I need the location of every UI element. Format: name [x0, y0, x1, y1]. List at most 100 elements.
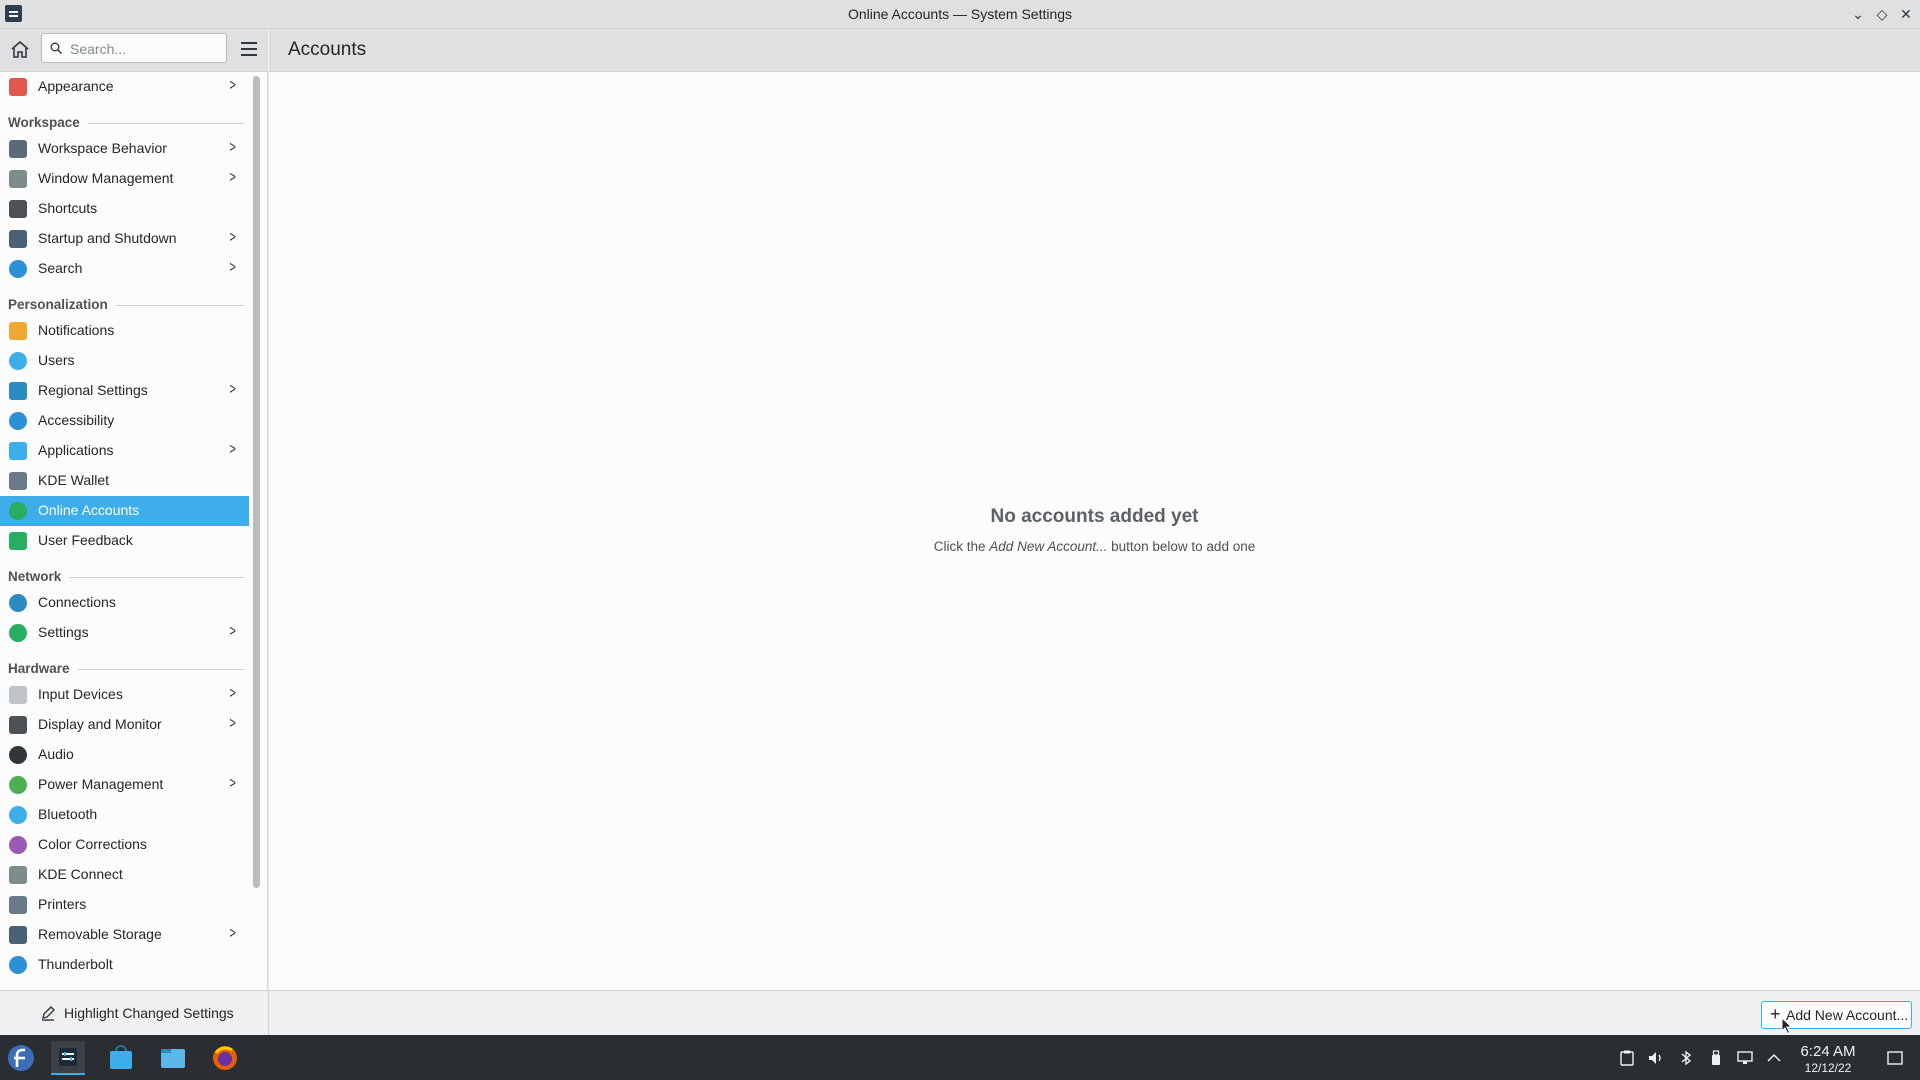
sidebar-item-display-and-monitor[interactable]: Display and Monitor > [0, 710, 249, 740]
network-settings-icon [9, 624, 27, 642]
sidebar-item-label: Color Corrections [38, 836, 147, 852]
sidebar-item-shortcuts[interactable]: Shortcuts [0, 194, 249, 224]
window-titlebar[interactable]: Online Accounts — System Settings ⌄ ◇ ✕ [0, 0, 1920, 29]
page-header: Accounts [269, 29, 1920, 72]
chevron-right-icon: > [229, 229, 236, 246]
chevron-right-icon: > [229, 139, 236, 156]
taskbar: 6:24 AM 12/12/22 [0, 1035, 1920, 1080]
sidebar-item-power-management[interactable]: Power Management > [0, 770, 249, 800]
sidebar-scrollbar[interactable] [253, 76, 260, 888]
sidebar-item-label: Users [38, 352, 75, 368]
sidebar-item-regional-settings[interactable]: Regional Settings > [0, 376, 249, 406]
sidebar-item-label: Power Management [38, 776, 164, 792]
audio-icon [9, 746, 27, 764]
workspace-behavior-icon [9, 140, 27, 158]
show-desktop-icon[interactable] [1886, 1049, 1904, 1067]
sidebar-item-label: Startup and Shutdown [38, 230, 177, 246]
firefox-icon[interactable] [208, 1041, 242, 1075]
chevron-right-icon: > [229, 381, 236, 398]
sidebar-item-kde-connect[interactable]: KDE Connect [0, 860, 249, 890]
clock-time[interactable]: 6:24 AM [1780, 1043, 1876, 1060]
sidebar-item-accessibility[interactable]: Accessibility [0, 406, 249, 436]
chevron-right-icon: > [229, 169, 236, 186]
empty-state-subtitle: Click the Add New Account... button belo… [269, 539, 1920, 554]
sidebar-item-label: Window Management [38, 170, 174, 186]
empty-sub-after: button below to add one [1107, 539, 1256, 554]
sidebar-item-online-accounts[interactable]: Online Accounts [0, 496, 249, 526]
chevron-right-icon: > [229, 77, 236, 94]
appearance-icon [9, 78, 27, 96]
sidebar-item-printers[interactable]: Printers [0, 890, 249, 920]
chevron-right-icon: > [229, 259, 236, 276]
sidebar-item-label: Input Devices [38, 686, 123, 702]
wallet-icon [9, 472, 27, 490]
sidebar-item-notifications[interactable]: Notifications [0, 316, 249, 346]
discover-icon[interactable] [104, 1041, 138, 1075]
application-launcher-icon[interactable] [4, 1041, 38, 1075]
volume-icon[interactable] [1647, 1049, 1665, 1067]
close-button[interactable]: ✕ [1896, 4, 1916, 24]
minimize-button[interactable]: ⌄ [1848, 4, 1868, 24]
sidebar-category-hardware: Hardware [8, 660, 244, 680]
sidebar-item-label: Regional Settings [38, 382, 148, 398]
sidebar-category-label: Workspace [8, 115, 88, 130]
sidebar-item-label: Search [38, 260, 83, 276]
chevron-right-icon: > [229, 623, 236, 640]
chevron-right-icon: > [229, 925, 236, 942]
hamburger-menu-button[interactable] [238, 38, 260, 60]
sidebar-item-users[interactable]: Users [0, 346, 249, 376]
sidebar-item-user-feedback[interactable]: User Feedback [0, 526, 249, 556]
sidebar-item-audio[interactable]: Audio [0, 740, 249, 770]
sidebar-item-label: Accessibility [38, 412, 115, 428]
sidebar-category-workspace: Workspace [8, 114, 244, 134]
sidebar-item-applications[interactable]: Applications > [0, 436, 249, 466]
removable-device-icon[interactable] [1707, 1049, 1725, 1067]
network-icon[interactable] [1736, 1049, 1754, 1067]
add-new-account-label: Add New Account... [1786, 1007, 1909, 1023]
clipboard-icon[interactable] [1618, 1049, 1636, 1067]
search-input[interactable] [68, 38, 222, 60]
sidebar-item-appearance[interactable]: Appearance > [0, 72, 249, 102]
power-icon [9, 776, 27, 794]
usb-icon [9, 926, 27, 944]
search-field[interactable] [41, 33, 227, 63]
maximize-button[interactable]: ◇ [1872, 4, 1892, 24]
main-content: No accounts added yet Click the Add New … [269, 72, 1920, 990]
sidebar-item-startup-and-shutdown[interactable]: Startup and Shutdown > [0, 224, 249, 254]
sidebar-item-window-management[interactable]: Window Management > [0, 164, 249, 194]
sidebar-item-workspace-behavior[interactable]: Workspace Behavior > [0, 134, 249, 164]
sidebar-item-color-corrections[interactable]: Color Corrections [0, 830, 249, 860]
menu-line [241, 48, 257, 50]
sidebar-item-search[interactable]: Search > [0, 254, 249, 284]
sidebar-item-thunderbolt[interactable]: Thunderbolt [0, 950, 249, 980]
sidebar-item-label: Audio [38, 746, 74, 762]
bell-icon [9, 322, 27, 340]
search-settings-icon [9, 260, 27, 278]
sidebar-category-label: Personalization [8, 297, 116, 312]
sidebar-item-label: KDE Wallet [38, 472, 110, 488]
file-manager-icon[interactable] [156, 1041, 190, 1075]
clock-date[interactable]: 12/12/22 [1780, 1061, 1876, 1075]
sidebar-item-kde-wallet[interactable]: KDE Wallet [0, 466, 249, 496]
highlight-changed-settings-label: Highlight Changed Settings [64, 1005, 234, 1021]
online-accounts-icon [9, 502, 27, 520]
sidebar-item-label: Thunderbolt [38, 956, 113, 972]
sidebar-item-removable-storage[interactable]: Removable Storage > [0, 920, 249, 950]
bluetooth-tray-icon[interactable] [1677, 1049, 1695, 1067]
taskbar-system-settings[interactable] [51, 1041, 85, 1075]
home-icon[interactable] [8, 38, 32, 62]
sidebar-item-label: Appearance [38, 78, 114, 94]
sidebar-item-label: Notifications [38, 322, 115, 338]
applications-icon [9, 442, 27, 460]
users-icon [9, 352, 27, 370]
regional-icon [9, 382, 27, 400]
sidebar-item-settings[interactable]: Settings > [0, 618, 249, 648]
sidebar-item-label: KDE Connect [38, 866, 123, 882]
sidebar-item-input-devices[interactable]: Input Devices > [0, 680, 249, 710]
sidebar-item-bluetooth[interactable]: Bluetooth [0, 800, 249, 830]
sidebar-item-connections[interactable]: Connections [0, 588, 249, 618]
footer-divider [268, 991, 269, 1036]
sidebar-category-label: Network [8, 569, 70, 584]
page-title: Accounts [288, 39, 367, 60]
plus-icon: + [1770, 1004, 1781, 1024]
